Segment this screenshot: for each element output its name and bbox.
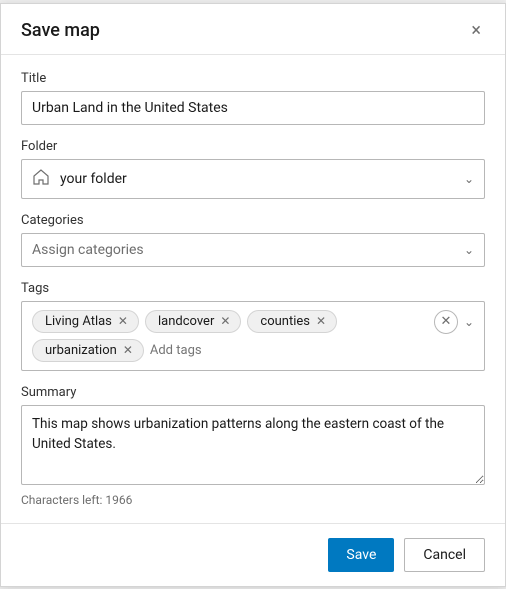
save-map-dialog: Save map × Title Folder your folder (0, 3, 506, 587)
folder-value: your folder (60, 171, 127, 187)
tag-remove-living-atlas[interactable]: ✕ (118, 315, 128, 327)
home-icon (32, 168, 50, 190)
title-field-group: Title (21, 71, 485, 125)
add-tags-input[interactable] (150, 343, 316, 358)
dialog-body: Title Folder your folder ⌄ Categorie (1, 55, 505, 523)
close-button[interactable]: × (467, 20, 485, 42)
title-label: Title (21, 71, 485, 86)
categories-placeholder: Assign categories (32, 242, 144, 258)
summary-field-group: Summary This map shows urbanization patt… (21, 385, 485, 507)
tags-container: Living Atlas ✕ landcover ✕ counties ✕ (21, 301, 485, 371)
dialog-footer: Save Cancel (1, 523, 505, 586)
tag-living-atlas: Living Atlas ✕ (32, 310, 139, 333)
tag-remove-urbanization[interactable]: ✕ (123, 344, 133, 356)
tag-text: urbanization (45, 343, 117, 358)
tags-chevron-button[interactable]: ⌄ (460, 313, 478, 331)
dialog-header: Save map × (1, 4, 505, 55)
tags-label: Tags (21, 281, 485, 296)
tag-counties: counties ✕ (247, 310, 337, 333)
dialog-title: Save map (21, 20, 100, 41)
tag-remove-counties[interactable]: ✕ (316, 315, 326, 327)
summary-label: Summary (21, 385, 485, 400)
folder-chevron-icon: ⌄ (464, 172, 474, 186)
folder-field-group: Folder your folder ⌄ (21, 139, 485, 199)
categories-dropdown[interactable]: Assign categories ⌄ (21, 233, 485, 267)
cancel-button[interactable]: Cancel (404, 538, 485, 572)
tags-field-group: Tags Living Atlas ✕ landcover ✕ coun (21, 281, 485, 371)
char-count: Characters left: 1966 (21, 493, 485, 507)
tag-remove-landcover[interactable]: ✕ (220, 315, 230, 327)
folder-label: Folder (21, 139, 485, 154)
categories-chevron-icon: ⌄ (464, 243, 474, 257)
tag-text: Living Atlas (45, 314, 112, 329)
summary-textarea[interactable]: This map shows urbanization patterns alo… (21, 405, 485, 485)
save-button[interactable]: Save (328, 538, 394, 572)
tags-inner: Living Atlas ✕ landcover ✕ counties ✕ (32, 310, 474, 362)
tag-landcover: landcover ✕ (145, 310, 241, 333)
categories-field-group: Categories Assign categories ⌄ (21, 213, 485, 267)
tags-actions: ✕ ⌄ (434, 310, 478, 334)
categories-label: Categories (21, 213, 485, 228)
tag-urbanization: urbanization ✕ (32, 339, 144, 362)
tag-text: landcover (158, 314, 214, 329)
title-input[interactable] (21, 91, 485, 125)
tag-text: counties (260, 314, 310, 329)
folder-dropdown[interactable]: your folder ⌄ (21, 159, 485, 199)
tags-clear-button[interactable]: ✕ (434, 310, 458, 334)
